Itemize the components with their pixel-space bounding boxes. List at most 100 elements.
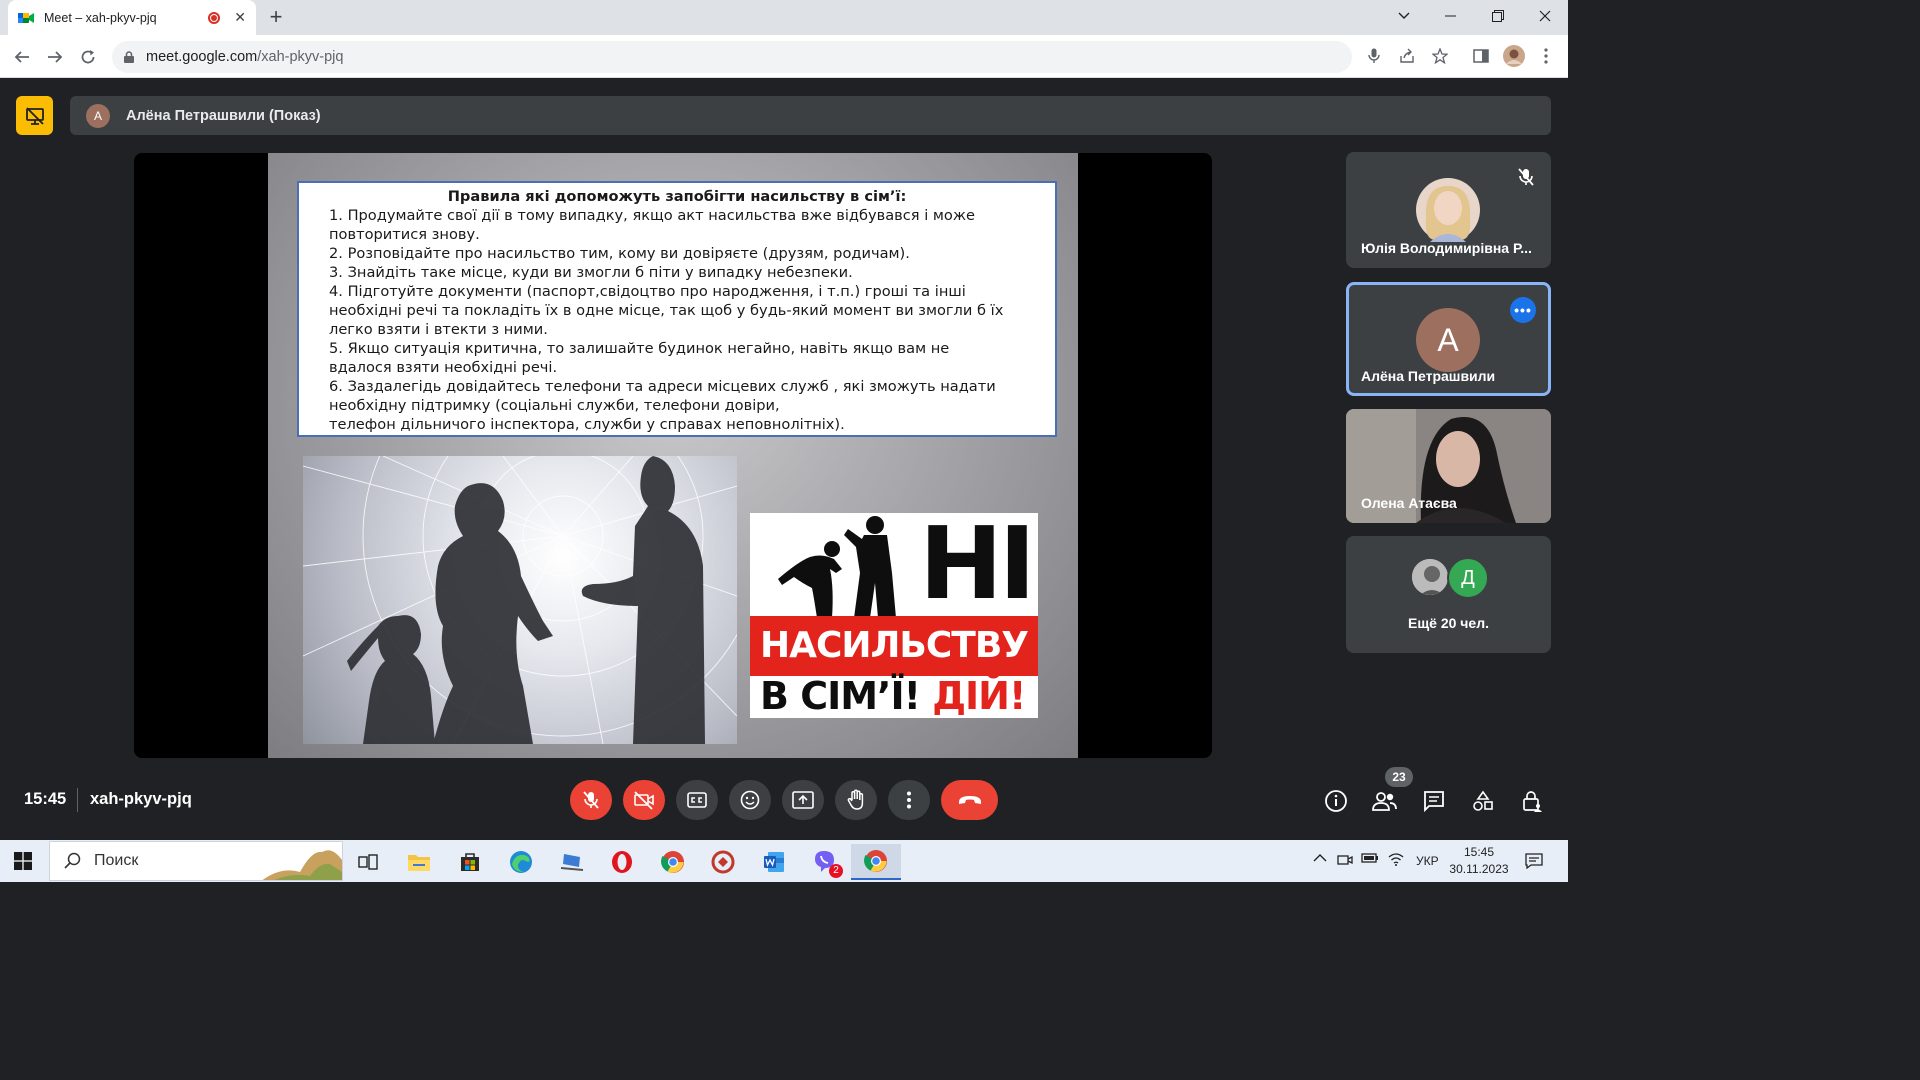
slide-title: Правила які допоможуть запобігти насильс… [447,188,907,205]
laptop-icon [560,854,584,871]
info-icon [1325,790,1347,812]
notifications-icon[interactable] [1525,853,1543,872]
participant-name: Алёна Петрашвили [1361,368,1496,384]
browser-tab-strip: Meet – xah-pkyv-pjq ✕ + [0,0,1568,35]
leave-call-button[interactable] [941,780,998,820]
side-panel-icon[interactable] [1468,43,1494,69]
slide-line: 6. Заздалегідь довідайтесь телефони та а… [329,378,996,395]
more-participants-tile[interactable]: Д Ещё 20 чел. [1346,536,1551,653]
tray-overflow-icon[interactable] [1313,852,1327,866]
microphone-icon[interactable] [1361,43,1387,69]
camera-toggle-button[interactable] [623,780,665,820]
tab-close-button[interactable]: ✕ [234,9,246,26]
no-violence-poster: НІ НАСИЛЬСТВУ В СІМ’Ї! ДІЙ! [750,513,1038,718]
close-window-button[interactable] [1521,0,1568,32]
window-controls [1380,0,1568,35]
divider [77,788,78,812]
participant-name: Олена Атаєва [1361,495,1457,511]
edge-button[interactable] [499,844,543,880]
tab-search-icon[interactable] [1380,0,1427,32]
taskbar-search-box[interactable]: Поиск [49,841,343,881]
file-explorer-button[interactable] [397,844,441,880]
taskbar-date: 30.11.2023 [1449,862,1509,876]
participant-photo-avatar [1410,557,1450,597]
reactions-button[interactable] [729,780,771,820]
new-tab-button[interactable]: + [265,4,287,30]
emoji-icon [740,790,760,810]
slide-line: необхідні речі та покладіть їх в одне мі… [329,302,1004,319]
presenter-avatar: А [86,103,110,128]
share-icon[interactable] [1394,43,1420,69]
task-view-button[interactable] [346,844,390,880]
wifi-icon[interactable] [1388,852,1404,869]
laptop-app-button[interactable] [550,844,594,880]
language-indicator[interactable]: УКР [1416,854,1439,868]
present-screen-icon [792,791,814,809]
chrome-active-button[interactable] [851,844,901,880]
meet-camera-tray-icon[interactable] [1337,852,1353,871]
participant-letter-avatar: А [1416,308,1480,372]
host-controls-button[interactable] [1517,786,1547,816]
camera-off-icon [634,791,654,810]
edge-icon [510,851,532,873]
more-options-button[interactable] [888,780,930,820]
participant-tile-speaking[interactable]: А ••• Алёна Петрашвили [1346,282,1551,396]
app-button[interactable] [701,844,745,880]
address-bar[interactable]: meet.google.com/xah-pkyv-pjq [112,41,1352,73]
people-icon [1372,792,1397,811]
chrome-button[interactable] [651,844,695,880]
profile-avatar-icon[interactable] [1501,43,1527,69]
stop-presenting-button[interactable] [16,96,53,135]
present-off-icon [25,106,44,125]
raise-hand-button[interactable] [835,780,877,820]
captions-button[interactable] [676,780,718,820]
more-participants-label: Ещё 20 чел. [1408,615,1489,631]
participant-tile-video[interactable]: Олена Атаєва [1346,409,1551,523]
bookmark-star-icon[interactable] [1427,43,1453,69]
meeting-details-button[interactable] [1321,786,1351,816]
start-button[interactable] [14,852,32,870]
slide-line: телефон дільничого інспектора, служби у … [329,416,845,433]
word-button[interactable] [752,844,796,880]
chrome-icon [864,850,887,872]
back-button[interactable] [8,43,36,71]
people-button[interactable] [1369,786,1399,816]
ms-store-button[interactable] [448,844,492,880]
restore-button[interactable] [1474,0,1521,32]
meeting-clock: 15:45 [24,790,67,808]
browser-menu-icon[interactable] [1533,43,1559,69]
browser-tab-meet[interactable]: Meet – xah-pkyv-pjq ✕ [8,0,256,35]
chat-button[interactable] [1419,786,1449,816]
forward-button[interactable] [41,43,69,71]
opera-button[interactable] [600,844,644,880]
participant-name: Юлія Володимирівна Р... [1361,240,1532,256]
battery-icon[interactable] [1361,852,1379,867]
slide-line: вдалося взяти необхідні речі. [329,359,558,376]
opera-icon [612,851,632,873]
circular-app-icon [711,850,735,874]
word-icon [764,852,784,872]
task-view-icon [358,854,378,870]
viber-button[interactable]: 2 [803,844,847,880]
presenter-label: Алёна Петрашвили (Показ) [126,107,321,124]
poster-bottom-text: В СІМ’Ї! ДІЙ! [760,674,1026,718]
more-options-icon[interactable]: ••• [1510,297,1536,323]
taskbar-clock[interactable]: 15:45 30.11.2023 [1440,844,1518,878]
activities-button[interactable] [1468,786,1498,816]
present-screen-button[interactable] [782,780,824,820]
taskbar-time: 15:45 [1463,845,1495,859]
lock-icon[interactable] [124,51,134,63]
participant-letter-avatar: Д [1447,557,1489,599]
minimize-button[interactable] [1427,0,1474,32]
silhouette-figures [778,516,896,618]
reload-button[interactable] [74,43,102,71]
poster-band-text: НАСИЛЬСТВУ [750,616,1038,676]
participant-tile[interactable]: Юлія Володимирівна Р... [1346,152,1551,268]
mic-toggle-button[interactable] [570,780,612,820]
google-meet-icon [18,11,34,25]
poster-bottom-black: В СІМ’Ї! [760,674,921,718]
slide-line: 5. Якщо ситуація критична, то залишайте … [329,340,950,357]
lock-person-icon [1523,791,1542,812]
meet-main: А Алёна Петрашвили (Показ) Правила які д… [0,78,1568,840]
mic-off-icon [583,791,599,809]
